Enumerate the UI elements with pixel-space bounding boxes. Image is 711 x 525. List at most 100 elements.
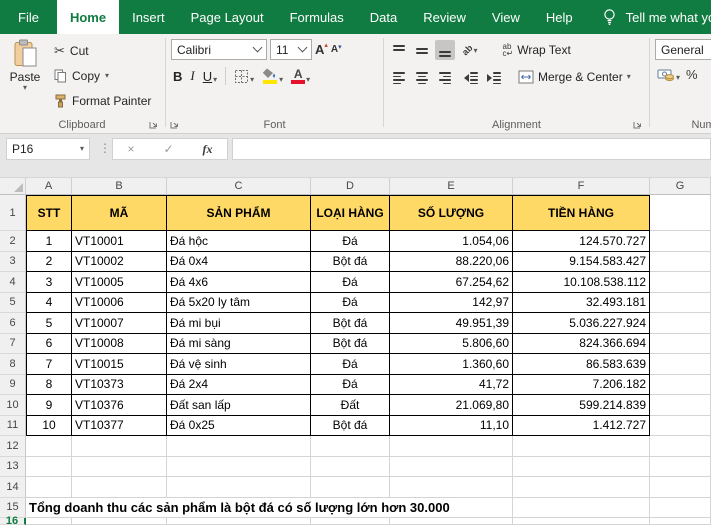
- column-header-E[interactable]: E: [390, 178, 513, 195]
- cell-B3[interactable]: VT10002: [72, 252, 167, 273]
- revenue-note-cell[interactable]: Tổng doanh thu các sản phẩm là bột đá có…: [26, 498, 513, 519]
- cell-F4[interactable]: 10.108.538.112: [513, 272, 650, 293]
- cell-F5[interactable]: 32.493.181: [513, 293, 650, 314]
- cell-B5[interactable]: VT10006: [72, 293, 167, 314]
- ribbon-tab-file[interactable]: File: [0, 0, 57, 34]
- cell-A13[interactable]: [26, 457, 72, 478]
- row-header-14[interactable]: 14: [0, 477, 26, 498]
- cell-D5[interactable]: Đá: [311, 293, 390, 314]
- row-header-9[interactable]: 9: [0, 375, 26, 396]
- cell-G3[interactable]: [650, 252, 711, 273]
- cell-C4[interactable]: Đá 4x6: [167, 272, 311, 293]
- cell-F12[interactable]: [513, 436, 650, 457]
- ribbon-tab-formulas[interactable]: Formulas: [277, 0, 357, 34]
- cell-F2[interactable]: 124.570.727: [513, 231, 650, 252]
- select-all-corner[interactable]: [0, 178, 26, 195]
- cell-D10[interactable]: Đất: [311, 395, 390, 416]
- wrap-text-button[interactable]: abc↵ Wrap Text: [503, 43, 571, 57]
- cell-B9[interactable]: VT10373: [72, 375, 167, 396]
- italic-button[interactable]: I: [190, 68, 194, 84]
- font-dialog-launcher[interactable]: [169, 118, 181, 130]
- cell-E9[interactable]: 41,72: [390, 375, 513, 396]
- cell-B10[interactable]: VT10376: [72, 395, 167, 416]
- format-painter-button[interactable]: Format Painter: [50, 88, 151, 113]
- cell-C3[interactable]: Đá 0x4: [167, 252, 311, 273]
- cell-G15[interactable]: [650, 498, 711, 519]
- ribbon-tab-data[interactable]: Data: [357, 0, 410, 34]
- decrease-font-size-button[interactable]: A▾: [331, 44, 342, 55]
- cell-G12[interactable]: [650, 436, 711, 457]
- cell-F9[interactable]: 7.206.182: [513, 375, 650, 396]
- formula-input[interactable]: [232, 138, 711, 160]
- cell-G6[interactable]: [650, 313, 711, 334]
- cell-E7[interactable]: 5.806,60: [390, 334, 513, 355]
- cell-F8[interactable]: 86.583.639: [513, 354, 650, 375]
- cell-D4[interactable]: Đá: [311, 272, 390, 293]
- cell-D16[interactable]: [311, 518, 390, 525]
- cell-E4[interactable]: 67.254,62: [390, 272, 513, 293]
- cell-G4[interactable]: [650, 272, 711, 293]
- cell-E16[interactable]: [390, 518, 513, 525]
- cell-A1[interactable]: STT: [26, 195, 72, 231]
- decrease-indent-button[interactable]: [462, 67, 482, 87]
- cell-F11[interactable]: 1.412.727: [513, 416, 650, 437]
- cell-A8[interactable]: 7: [26, 354, 72, 375]
- increase-font-size-button[interactable]: A▴: [315, 42, 328, 57]
- cell-B2[interactable]: VT10001: [72, 231, 167, 252]
- number-format-combo[interactable]: General: [655, 39, 711, 60]
- cell-D6[interactable]: Bột đá: [311, 313, 390, 334]
- cell-E5[interactable]: 142,97: [390, 293, 513, 314]
- row-header-12[interactable]: 12: [0, 436, 26, 457]
- row-header-10[interactable]: 10: [0, 395, 26, 416]
- cell-E8[interactable]: 1.360,60: [390, 354, 513, 375]
- cell-D14[interactable]: [311, 477, 390, 498]
- cell-F7[interactable]: 824.366.694: [513, 334, 650, 355]
- row-header-13[interactable]: 13: [0, 457, 26, 478]
- cancel-button[interactable]: ×: [127, 142, 134, 156]
- cell-G9[interactable]: [650, 375, 711, 396]
- cell-E11[interactable]: 11,10: [390, 416, 513, 437]
- cell-G5[interactable]: [650, 293, 711, 314]
- cell-F16[interactable]: [513, 518, 650, 525]
- accounting-format-button[interactable]: ▾: [657, 68, 680, 82]
- borders-button[interactable]: ▾: [234, 69, 254, 84]
- cell-C10[interactable]: Đất san lấp: [167, 395, 311, 416]
- cell-A9[interactable]: 8: [26, 375, 72, 396]
- cell-A2[interactable]: 1: [26, 231, 72, 252]
- cell-D9[interactable]: Đá: [311, 375, 390, 396]
- cell-G1[interactable]: [650, 195, 711, 231]
- cell-C12[interactable]: [167, 436, 311, 457]
- row-header-6[interactable]: 6: [0, 313, 26, 334]
- cell-A6[interactable]: 5: [26, 313, 72, 334]
- cell-A4[interactable]: 3: [26, 272, 72, 293]
- clipboard-dialog-launcher[interactable]: [148, 118, 160, 130]
- column-header-F[interactable]: F: [513, 178, 650, 195]
- cell-A5[interactable]: 4: [26, 293, 72, 314]
- cell-C14[interactable]: [167, 477, 311, 498]
- bottom-align-button[interactable]: [435, 40, 455, 60]
- row-header-2[interactable]: 2: [0, 231, 26, 252]
- ribbon-tab-view[interactable]: View: [479, 0, 533, 34]
- copy-button[interactable]: Copy ▾: [50, 63, 151, 88]
- ribbon-tab-help[interactable]: Help: [533, 0, 586, 34]
- cell-G16[interactable]: [650, 518, 711, 525]
- row-header-16[interactable]: 16: [0, 518, 26, 525]
- orientation-button[interactable]: ab ▾: [462, 45, 478, 55]
- font-size-combo[interactable]: 11: [270, 39, 312, 60]
- font-color-button[interactable]: A ▾: [291, 69, 310, 84]
- row-header-11[interactable]: 11: [0, 416, 26, 437]
- cell-B4[interactable]: VT10005: [72, 272, 167, 293]
- row-header-7[interactable]: 7: [0, 334, 26, 355]
- cell-E1[interactable]: SỐ LƯỢNG: [390, 195, 513, 231]
- cell-F6[interactable]: 5.036.227.924: [513, 313, 650, 334]
- underline-button[interactable]: U ▾: [203, 69, 217, 84]
- paste-button[interactable]: Paste ▾: [0, 34, 50, 116]
- cell-F14[interactable]: [513, 477, 650, 498]
- cell-G13[interactable]: [650, 457, 711, 478]
- font-name-combo[interactable]: Calibri: [171, 39, 267, 60]
- ribbon-tab-review[interactable]: Review: [410, 0, 479, 34]
- cell-D3[interactable]: Bột đá: [311, 252, 390, 273]
- cell-A16[interactable]: [26, 518, 72, 525]
- cell-F1[interactable]: TIỀN HÀNG: [513, 195, 650, 231]
- row-header-8[interactable]: 8: [0, 354, 26, 375]
